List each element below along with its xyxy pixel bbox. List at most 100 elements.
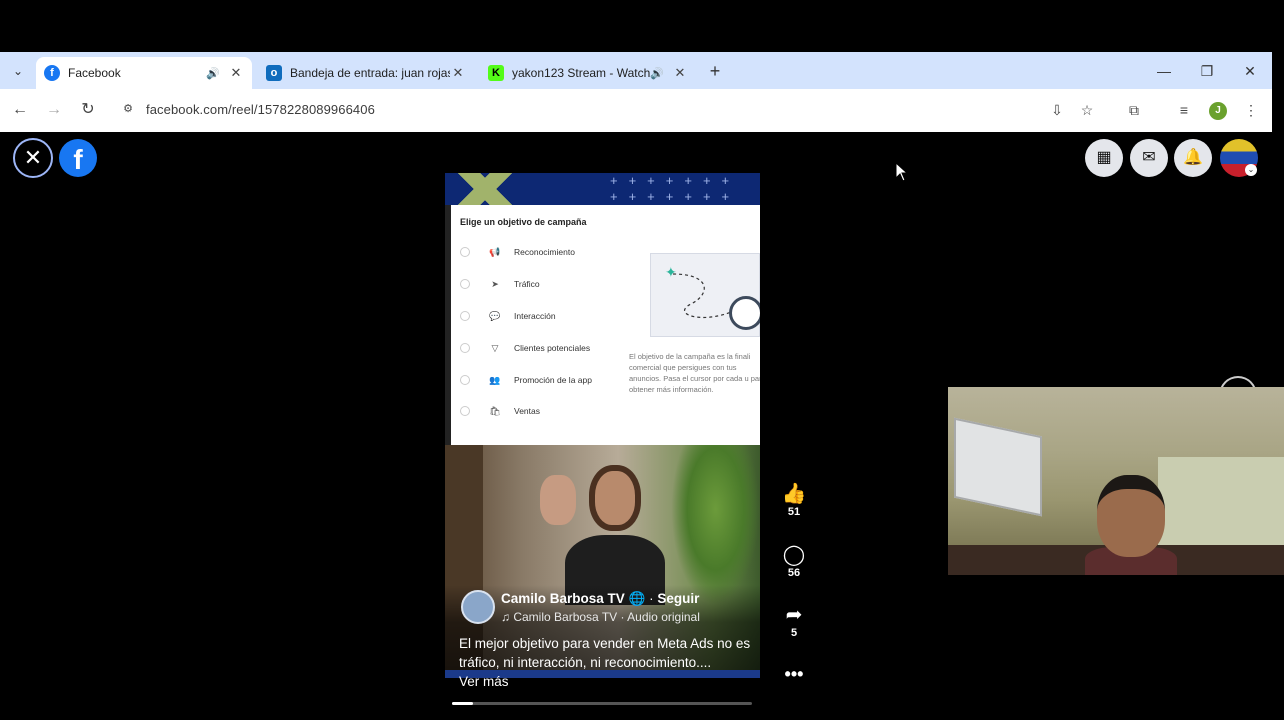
tab-kick[interactable]: K yakon123 Stream - Watch L 🔊 ✕ <box>480 57 696 89</box>
reel-banner: +++++++ +++++++ <box>445 173 760 205</box>
author-line: Camilo Barbosa TV 🌐 · Seguir <box>501 591 699 607</box>
address-bar[interactable]: ⚙ facebook.com/reel/1578228089966406 <box>112 95 1112 125</box>
option-interaccion: 💬 Interacción <box>460 307 556 325</box>
option-ventas: 🛍 Ventas <box>460 402 540 420</box>
option-label: Reconocimiento <box>514 247 575 257</box>
radio-icon <box>460 343 470 353</box>
radio-icon <box>460 406 470 416</box>
filter-icon: ▽ <box>491 342 499 353</box>
radio-icon <box>460 375 470 385</box>
menu-kebab-icon[interactable]: ⋮ <box>1240 99 1262 121</box>
compass-icon <box>729 296 760 330</box>
new-tab-button[interactable]: + <box>706 61 724 81</box>
reload-button[interactable]: ↻ <box>77 99 99 121</box>
plus-pattern: +++++++ +++++++ <box>610 173 741 204</box>
tab-search-chevron-icon[interactable]: ⌄ <box>6 61 30 81</box>
tab-title: yakon123 Stream - Watch L <box>512 66 650 80</box>
outlook-icon: o <box>266 65 282 81</box>
globe-icon: 🌐 <box>628 591 646 606</box>
comment-bubble-icon: ◯ <box>782 544 806 566</box>
notifications-bell-icon[interactable]: 🔔 <box>1174 139 1212 177</box>
tab-outlook[interactable]: o Bandeja de entrada: juan rojas ✕ <box>258 57 474 89</box>
separator: · <box>649 591 654 606</box>
bag-icon: 🛍 <box>489 405 501 416</box>
tab-strip: ⌄ f Facebook 🔊 ✕ o Bandeja de entrada: j… <box>0 52 1272 89</box>
kick-icon: K <box>488 65 504 81</box>
chevron-down-icon[interactable]: ⌄ <box>1245 164 1257 176</box>
facebook-icon: f <box>44 65 60 81</box>
comment-count: 56 <box>787 567 801 579</box>
kitchen-cabinet <box>1158 457 1284 547</box>
radio-icon <box>460 279 470 289</box>
extensions-icon[interactable]: ⧉ <box>1123 99 1145 121</box>
more-options-icon[interactable]: ••• <box>780 664 808 685</box>
minimize-button[interactable]: — <box>1154 61 1174 81</box>
option-label: Promoción de la app <box>514 375 592 385</box>
bookmark-star-icon[interactable]: ☆ <box>1076 99 1098 121</box>
radio-icon <box>460 311 470 321</box>
author-name[interactable]: Camilo Barbosa TV <box>501 591 625 606</box>
see-more-link[interactable]: Ver más <box>459 674 509 689</box>
profile-avatar[interactable]: J <box>1209 102 1227 120</box>
reel-caption: El mejor objetivo para vender en Meta Ad… <box>459 634 755 691</box>
speaker-icon[interactable]: 🔊 <box>206 67 222 80</box>
back-button[interactable]: ← <box>9 99 31 121</box>
tab-facebook[interactable]: f Facebook 🔊 ✕ <box>36 57 252 89</box>
tab-title: Facebook <box>68 66 121 80</box>
close-tab-icon[interactable]: ✕ <box>450 65 466 81</box>
campaign-description: El objetivo de la campaña es la finali c… <box>629 352 760 394</box>
screen: ⌄ f Facebook 🔊 ✕ o Bandeja de entrada: j… <box>0 0 1284 720</box>
comment-button[interactable]: ◯ 56 <box>778 543 810 579</box>
thumbs-up-icon: 👍 <box>781 483 807 505</box>
option-reconocimiento: 📢 Reconocimiento <box>460 243 575 261</box>
close-window-button[interactable]: ✕ <box>1240 61 1260 81</box>
radio-icon <box>460 247 470 257</box>
mouse-cursor-icon <box>895 162 909 182</box>
campaign-objective-panel: Elige un objetivo de campaña 📢 Reconocim… <box>451 205 760 445</box>
tab-title: Bandeja de entrada: juan rojas <box>290 66 450 80</box>
close-tab-icon[interactable]: ✕ <box>672 65 688 81</box>
media-control-icon[interactable]: ≡ <box>1173 99 1195 121</box>
author-avatar[interactable] <box>461 590 495 624</box>
cursor-icon: ➤ <box>491 278 499 289</box>
music-note-icon: ♫ <box>501 610 510 624</box>
messenger-icon[interactable]: ✉ <box>1130 139 1168 177</box>
video-progress-bar[interactable] <box>452 702 752 705</box>
like-count: 51 <box>787 506 801 518</box>
kitchen-cabinet <box>954 417 1042 517</box>
option-label: Clientes potenciales <box>514 343 591 353</box>
url-text[interactable]: facebook.com/reel/1578228089966406 <box>146 102 375 117</box>
presenter <box>565 465 665 605</box>
install-app-icon[interactable]: ⇩ <box>1046 99 1068 121</box>
browser-toolbar: ← → ↻ ⚙ facebook.com/reel/15782280899664… <box>0 89 1272 132</box>
map-illustration: ✦ <box>650 253 760 337</box>
restore-button[interactable]: ❐ <box>1197 61 1217 81</box>
raised-hand <box>540 475 576 525</box>
close-tab-icon[interactable]: ✕ <box>228 65 244 81</box>
megaphone-icon: 📢 <box>489 246 501 257</box>
option-clientes: ▽ Clientes potenciales <box>460 339 590 357</box>
option-label: Tráfico <box>514 279 540 289</box>
facebook-logo[interactable]: f <box>59 139 97 177</box>
forward-button[interactable]: → <box>43 99 65 121</box>
webcam-overlay <box>948 387 1284 575</box>
close-reel-button[interactable]: ✕ <box>13 138 53 178</box>
menu-grid-icon[interactable]: ▦ <box>1085 139 1123 177</box>
share-arrow-icon: ➦ <box>785 604 803 626</box>
like-button[interactable]: 👍 51 <box>778 482 810 518</box>
site-settings-icon[interactable]: ⚙ <box>120 102 136 118</box>
audio-line[interactable]: ♫ Camilo Barbosa TV · Audio original <box>501 610 700 624</box>
person-head <box>1097 475 1165 557</box>
chat-icon: 💬 <box>489 310 501 321</box>
option-trafico: ➤ Tráfico <box>460 275 540 293</box>
share-count: 5 <box>790 627 798 639</box>
speaker-icon[interactable]: 🔊 <box>650 67 666 80</box>
x-graphic <box>445 173 525 205</box>
share-button[interactable]: ➦ 5 <box>778 603 810 639</box>
browser-window: ⌄ f Facebook 🔊 ✕ o Bandeja de entrada: j… <box>0 52 1272 132</box>
audio-label: Camilo Barbosa TV · Audio original <box>513 610 700 624</box>
follow-button[interactable]: Seguir <box>657 591 699 606</box>
caption-text: El mejor objetivo para vender en Meta Ad… <box>459 636 751 670</box>
option-label: Interacción <box>514 311 556 321</box>
campaign-title: Elige un objetivo de campaña <box>460 217 587 227</box>
